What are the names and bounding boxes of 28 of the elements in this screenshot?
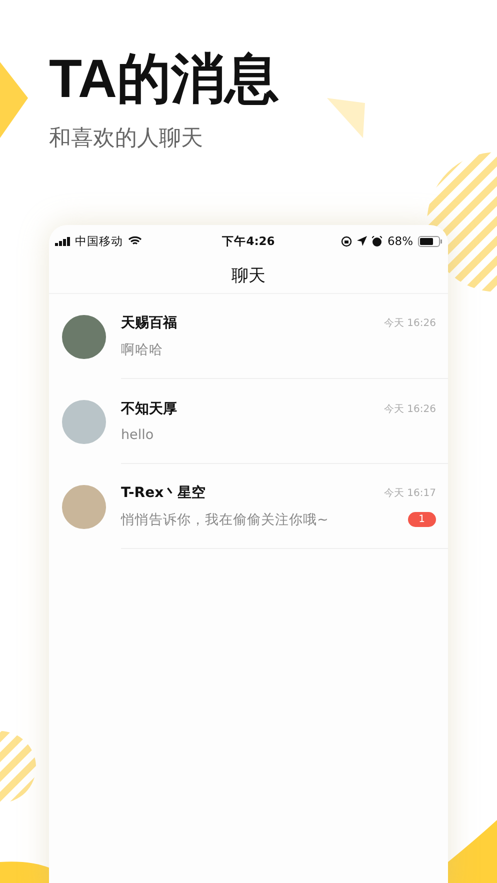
screen-title: 聊天 — [232, 264, 266, 286]
battery-icon — [418, 236, 442, 246]
message-time: 今天 16:26 — [384, 316, 436, 330]
carrier-name: 中国移动 — [75, 234, 123, 248]
contact-name: T-Rex丶星空 — [121, 484, 206, 502]
triangle-decoration — [327, 98, 365, 138]
signal-icon — [55, 236, 70, 246]
subtitle: 和喜欢的人聊天 — [49, 125, 204, 153]
message-preview: 啊哈哈 — [121, 340, 163, 358]
contact-name: 不知天厚 — [121, 400, 177, 418]
message-time: 今天 16:17 — [384, 486, 436, 500]
wifi-icon — [128, 236, 142, 246]
unread-count: 1 — [408, 512, 436, 527]
clock-time: 下午4:26 — [222, 234, 275, 248]
curve-decoration — [448, 820, 497, 883]
avatar-photo-placeholder[interactable] — [62, 314, 106, 358]
curve-decoration — [0, 862, 50, 883]
battery-percentage: 68% — [387, 234, 414, 248]
contact-name: 天赐百福 — [121, 314, 177, 332]
message-preview: hello — [121, 426, 154, 442]
location-arrow-icon — [357, 236, 368, 246]
rotation-lock-icon — [341, 236, 352, 246]
message-time: 今天 16:26 — [384, 402, 436, 416]
alarm-clock-icon — [372, 236, 382, 246]
message-preview: 悄悄告诉你，我在偷偷关注你哦~ — [121, 510, 328, 528]
headline: TA的消息 — [49, 48, 280, 111]
avatar-photo-placeholder[interactable] — [62, 484, 106, 528]
striped-circle-decoration — [0, 731, 36, 803]
